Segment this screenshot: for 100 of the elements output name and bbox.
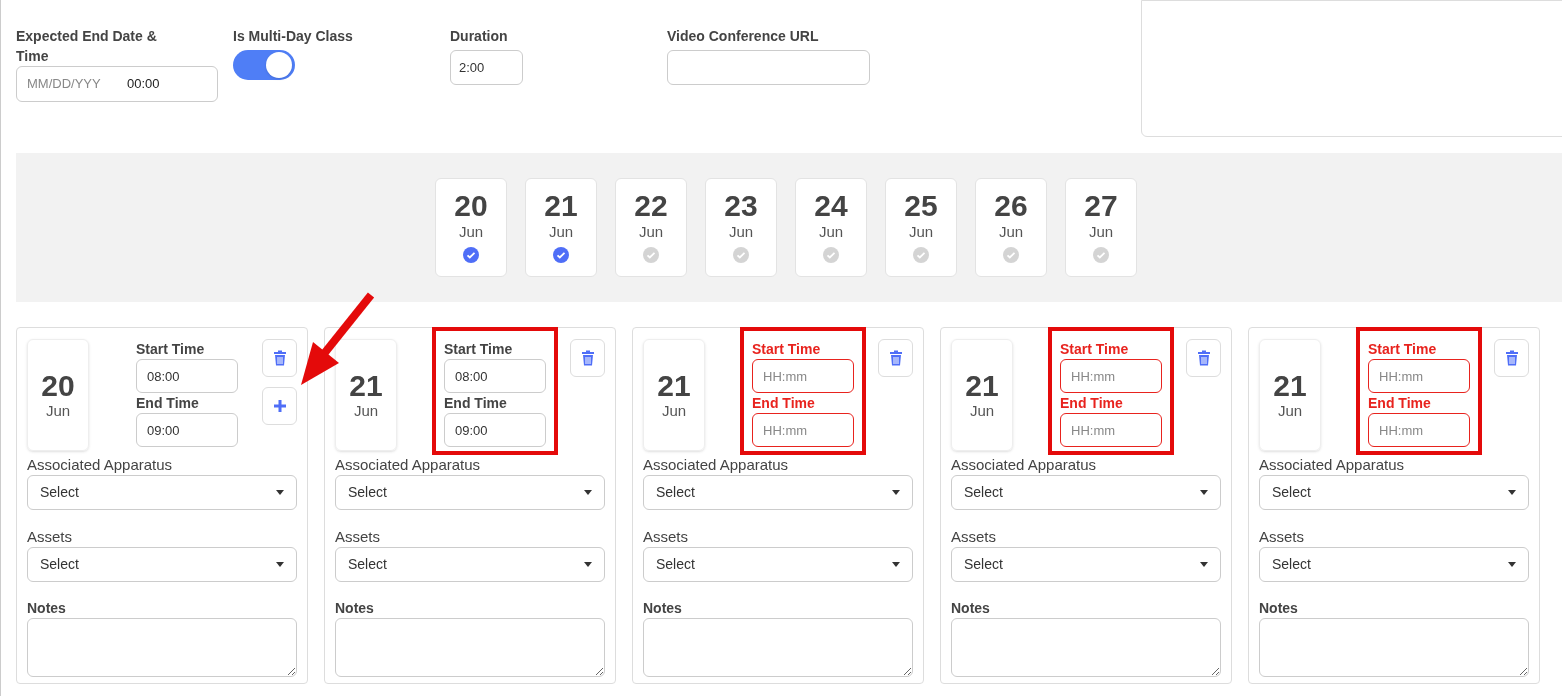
date-card[interactable]: 21 Jun: [525, 178, 597, 277]
delete-button[interactable]: [570, 339, 605, 377]
time-field[interactable]: HH:mm: [752, 413, 854, 447]
select-dropdown[interactable]: Select: [951, 475, 1221, 510]
time-field[interactable]: 09:00: [136, 413, 238, 447]
time-label: Start Time: [752, 340, 822, 359]
date-card[interactable]: 20 Jun: [435, 178, 507, 277]
caret-icon: [1200, 490, 1208, 495]
delete-button[interactable]: [262, 339, 297, 377]
field-label: Assets: [951, 527, 997, 547]
date-card[interactable]: 23 Jun: [705, 178, 777, 277]
time-field[interactable]: HH:mm: [1060, 413, 1162, 447]
month-label: Jun: [908, 223, 934, 241]
day-number: 22: [634, 189, 668, 223]
date-card[interactable]: 22 Jun: [615, 178, 687, 277]
time-label: Start Time: [136, 340, 206, 359]
month-label: Jun: [998, 223, 1024, 241]
month-label: Jun: [818, 223, 844, 241]
select-dropdown[interactable]: Select: [951, 547, 1221, 582]
url-field[interactable]: [667, 50, 870, 85]
time-label: Start Time: [1368, 340, 1438, 359]
notes-field[interactable]: [27, 618, 297, 677]
time-field[interactable]: 09:00: [444, 413, 546, 447]
caret-icon: [584, 562, 592, 567]
select-value: Select: [40, 483, 79, 502]
month-label: Jun: [353, 402, 379, 420]
caret-icon: [1200, 562, 1208, 567]
notes-label: Notes: [27, 599, 67, 618]
duration-field[interactable]: 2:00: [450, 50, 523, 85]
month-label: Jun: [969, 402, 995, 420]
field-label: Expected End Date & Time: [16, 27, 158, 66]
plus-icon: [272, 399, 287, 413]
notes-label: Notes: [643, 599, 683, 618]
notes-field[interactable]: [1259, 618, 1529, 677]
field-label: Associated Apparatus: [1259, 455, 1406, 475]
day-number: 21: [544, 189, 578, 223]
field-label: Assets: [335, 527, 381, 547]
caret-icon: [276, 562, 284, 567]
select-value: Select: [1272, 483, 1311, 502]
time-field[interactable]: HH:mm: [1060, 359, 1162, 393]
select-dropdown[interactable]: Select: [643, 547, 913, 582]
month-label: Jun: [45, 402, 71, 420]
select-dropdown[interactable]: Select: [27, 475, 297, 510]
date-card[interactable]: 27 Jun: [1065, 178, 1137, 277]
day-number: 26: [994, 189, 1028, 223]
time-label: End Time: [444, 394, 508, 413]
month-label: Jun: [1277, 402, 1303, 420]
day-number: 21: [657, 370, 691, 402]
select-value: Select: [40, 555, 79, 574]
delete-button[interactable]: [878, 339, 913, 377]
select-value: Select: [656, 483, 695, 502]
caret-icon: [1508, 562, 1516, 567]
time-field[interactable]: 08:00: [444, 359, 546, 393]
date-card[interactable]: 26 Jun: [975, 178, 1047, 277]
time-field[interactable]: HH:mm: [752, 359, 854, 393]
select-dropdown[interactable]: Select: [1259, 475, 1529, 510]
time-label: Start Time: [1060, 340, 1130, 359]
delete-button[interactable]: [1494, 339, 1529, 377]
select-value: Select: [348, 483, 387, 502]
toggle-switch[interactable]: [233, 50, 295, 80]
select-dropdown[interactable]: Select: [335, 547, 605, 582]
field-label: Video Conference URL: [667, 27, 820, 46]
caret-icon: [584, 490, 592, 495]
time-field[interactable]: HH:mm: [1368, 359, 1470, 393]
date-card[interactable]: 24 Jun: [795, 178, 867, 277]
date-card[interactable]: 25 Jun: [885, 178, 957, 277]
day-number: 21: [1273, 370, 1307, 402]
month-label: Jun: [638, 223, 664, 241]
month-label: Jun: [728, 223, 754, 241]
notes-field[interactable]: [951, 618, 1221, 677]
field-label: Associated Apparatus: [335, 455, 482, 475]
field-label: Assets: [27, 527, 73, 547]
notes-label: Notes: [951, 599, 991, 618]
select-value: Select: [1272, 555, 1311, 574]
field-label: Is Multi-Day Class: [233, 27, 354, 46]
month-label: Jun: [458, 223, 484, 241]
time-field[interactable]: HH:mm: [1368, 413, 1470, 447]
time-label: End Time: [752, 394, 816, 413]
notes-field[interactable]: [643, 618, 913, 677]
select-value: Select: [964, 483, 1003, 502]
delete-button[interactable]: [1186, 339, 1221, 377]
select-dropdown[interactable]: Select: [643, 475, 913, 510]
select-value: Select: [348, 555, 387, 574]
trash-icon: [580, 350, 595, 366]
trash-icon: [1196, 350, 1211, 366]
notes-field[interactable]: [335, 618, 605, 677]
trash-icon: [272, 350, 287, 366]
select-dropdown[interactable]: Select: [335, 475, 605, 510]
add-button[interactable]: [262, 387, 297, 425]
select-value: Select: [964, 555, 1003, 574]
trash-icon: [888, 350, 903, 366]
notes-label: Notes: [1259, 599, 1299, 618]
day-number: 21: [965, 370, 999, 402]
time-field[interactable]: 08:00: [136, 359, 238, 393]
field-label: Duration: [450, 27, 509, 46]
select-dropdown[interactable]: Select: [27, 547, 297, 582]
day-number: 25: [904, 189, 938, 223]
date-time-field[interactable]: MM/DD/YYY 00:00: [16, 66, 218, 102]
select-dropdown[interactable]: Select: [1259, 547, 1529, 582]
date-placeholder: MM/DD/YYY: [27, 75, 102, 94]
